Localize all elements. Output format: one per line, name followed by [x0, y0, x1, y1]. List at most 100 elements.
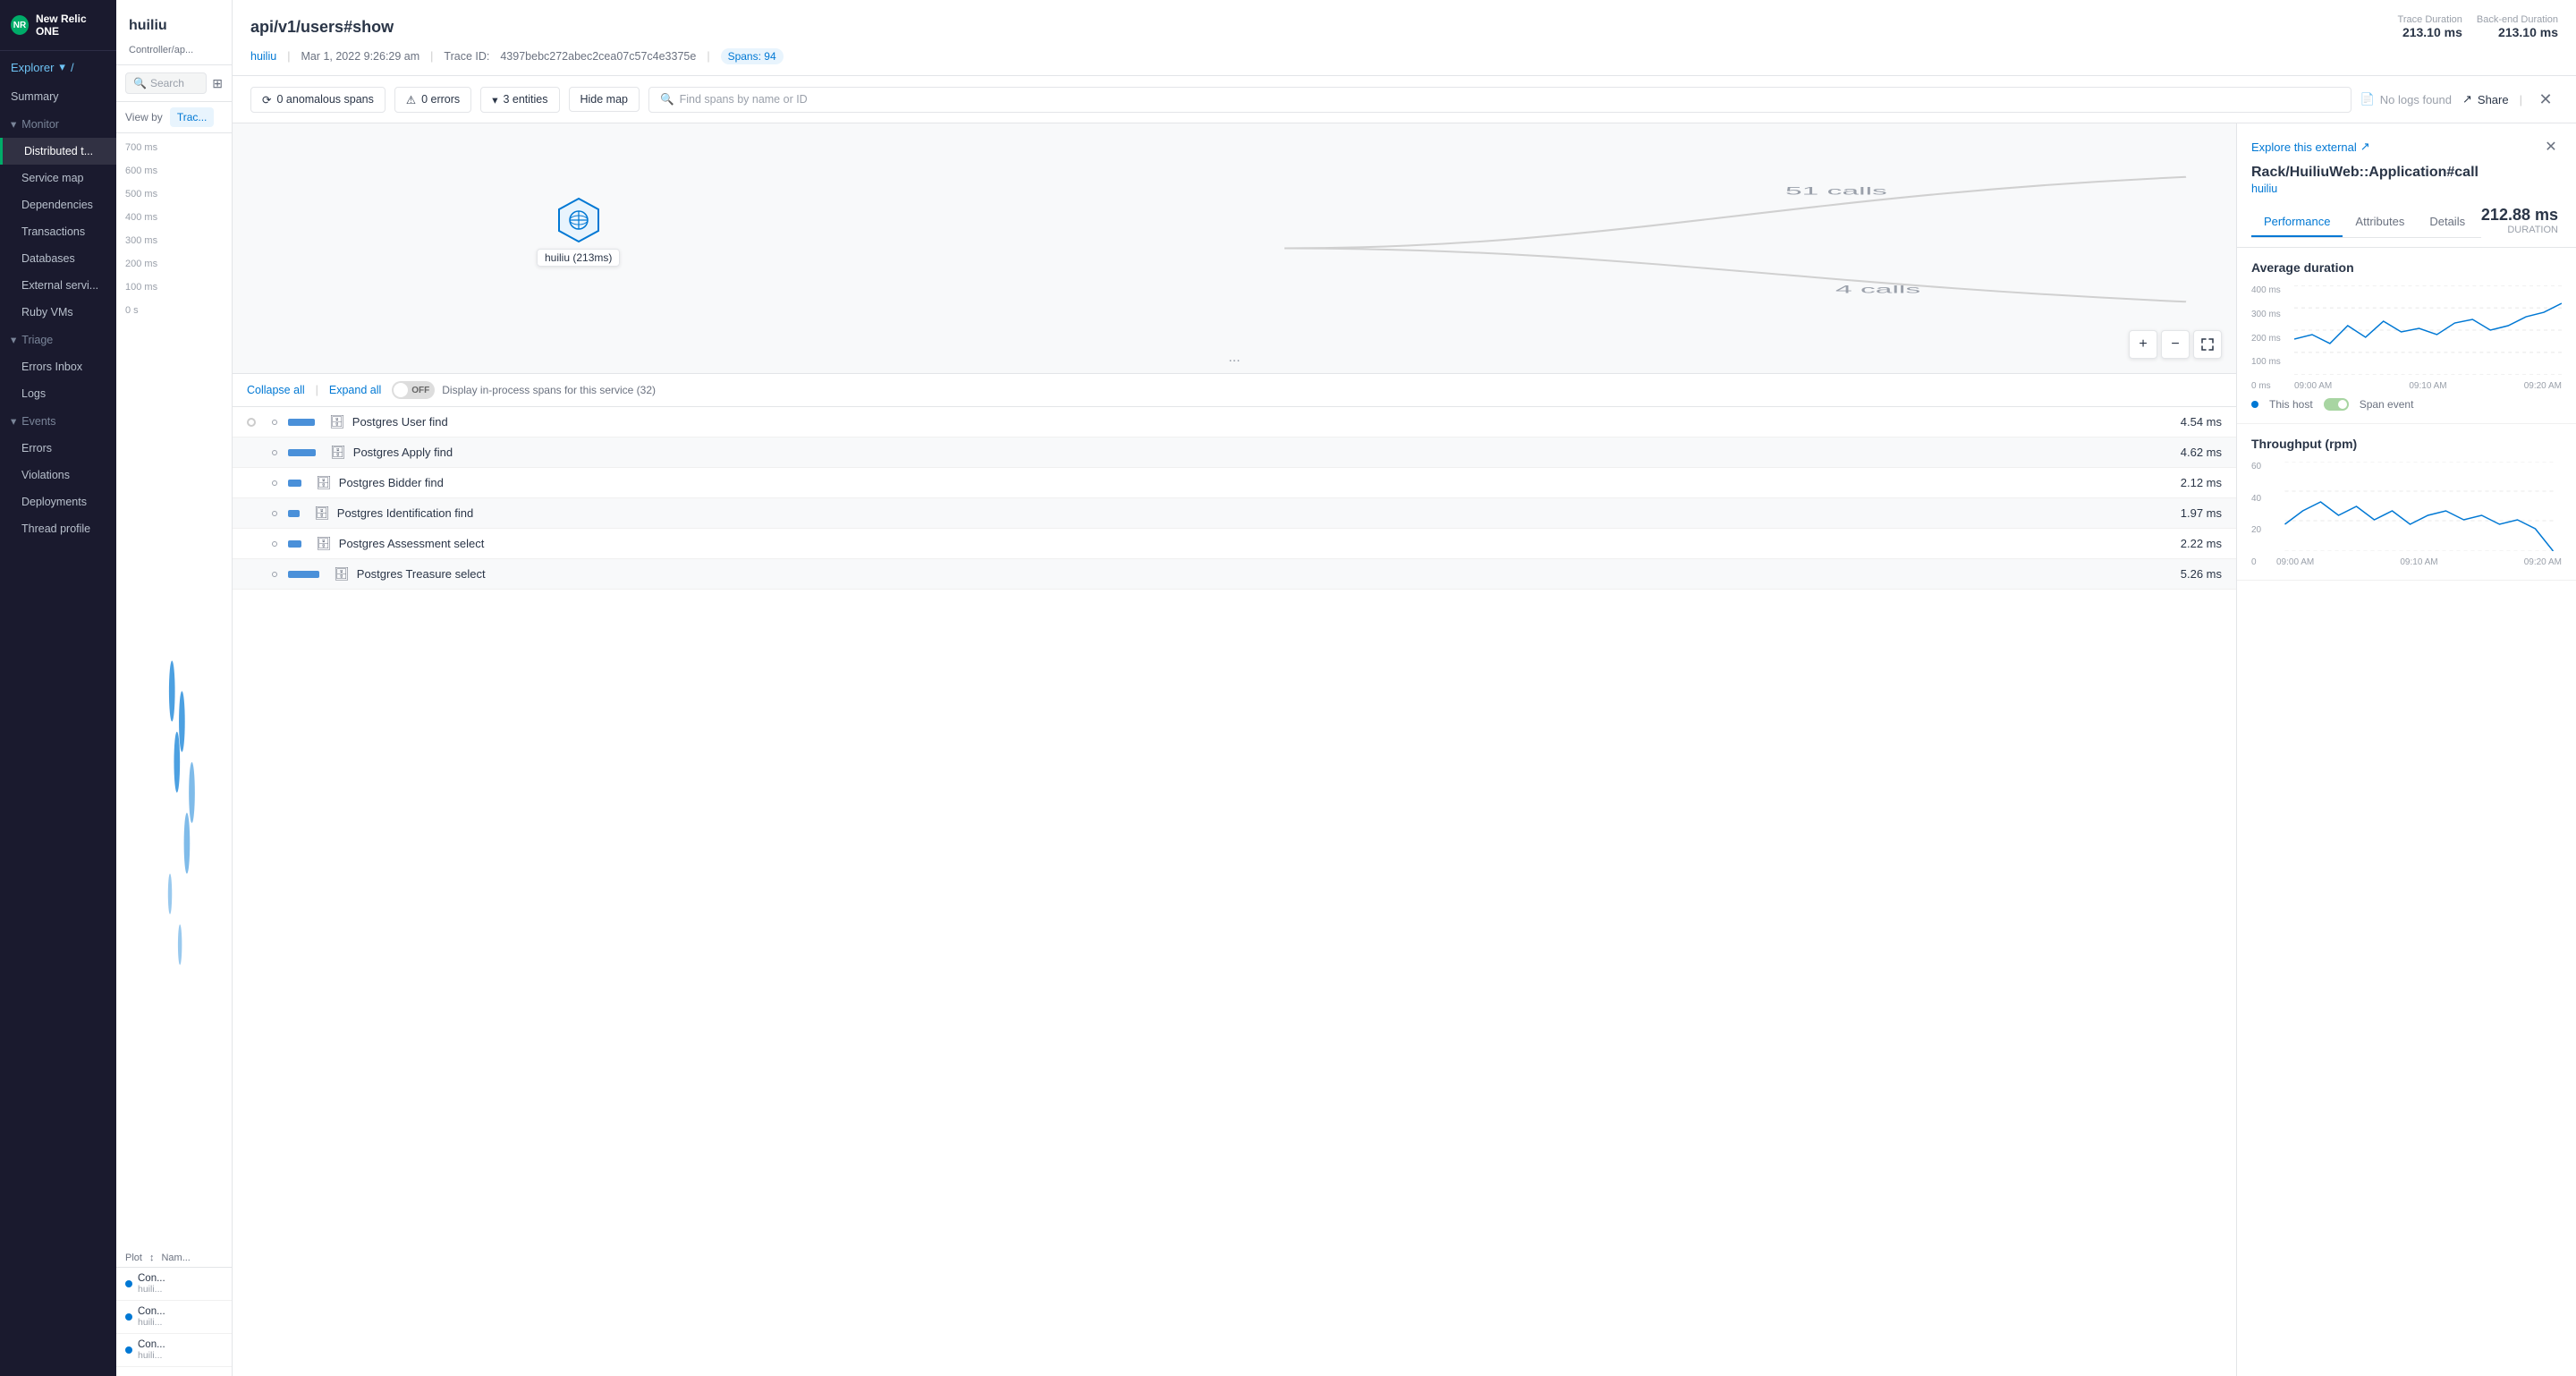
table-row[interactable]: 🗄 Postgres User find 4.54 ms: [233, 407, 2236, 437]
sidebar-item-deployments[interactable]: Deployments: [0, 488, 116, 515]
trace-tab[interactable]: Trac...: [170, 107, 215, 127]
tab-performance[interactable]: Performance: [2251, 208, 2343, 237]
tab-attributes[interactable]: Attributes: [2343, 208, 2417, 237]
sidebar-item-label: Thread profile: [21, 522, 90, 535]
chevron-down-icon: ▾: [492, 93, 497, 106]
sidebar-item-errors[interactable]: Errors: [0, 435, 116, 462]
span-circle: [272, 541, 277, 547]
y-axis-labels: 60 40 20 0: [2251, 462, 2269, 567]
search-spans-input[interactable]: 🔍 Find spans by name or ID: [648, 87, 2351, 113]
anomalous-spans-btn[interactable]: ⟳ 0 anomalous spans: [250, 87, 386, 113]
avg-duration-title: Average duration: [2251, 260, 2562, 275]
trace-duration-label: Trace Duration: [2398, 14, 2462, 25]
sidebar-item-databases[interactable]: Databases: [0, 245, 116, 272]
rp-header: Explore this external ↗ ✕ Rack/HuiliuWeb…: [2237, 123, 2576, 248]
trace-info: Con... huili...: [138, 1273, 165, 1295]
sidebar-item-external-services[interactable]: External servi...: [0, 272, 116, 299]
sidebar-item-label: Logs: [21, 387, 46, 400]
table-row[interactable]: 🗄 Postgres Treasure select 5.26 ms: [233, 559, 2236, 590]
sidebar-item-service-map[interactable]: Service map: [0, 165, 116, 191]
anomalous-icon: ⟳: [262, 93, 271, 106]
left-navigation: NR New Relic ONE Explorer ▾ / Summary ▾ …: [0, 0, 116, 1376]
sidebar-item-transactions[interactable]: Transactions: [0, 218, 116, 245]
plot-header: Plot ↕ Nam...: [116, 1249, 232, 1268]
trace-dot: [125, 1346, 132, 1354]
sidebar-events-group[interactable]: ▾ Events: [0, 407, 116, 435]
sidebar-monitor-group[interactable]: ▾ Monitor: [0, 110, 116, 138]
map-more-indicator[interactable]: ...: [1228, 350, 1240, 366]
close-right-panel-btn[interactable]: ✕: [2540, 136, 2562, 157]
table-row[interactable]: 🗄 Postgres Bidder find 2.12 ms: [233, 468, 2236, 498]
close-modal-btn[interactable]: ✕: [2533, 87, 2558, 112]
table-row[interactable]: 🗄 Postgres Assessment select 2.22 ms: [233, 529, 2236, 559]
share-btn[interactable]: ↗ Share: [2462, 92, 2509, 106]
map-node[interactable]: huiliu (213ms): [537, 195, 620, 267]
search-placeholder: Find spans by name or ID: [680, 93, 808, 106]
sidebar-item-errors-inbox[interactable]: Errors Inbox: [0, 353, 116, 380]
meta-trace-id: 4397bebc272abec2cea07c57c4e3375e: [500, 50, 696, 63]
backend-duration-label: Back-end Duration: [2477, 14, 2558, 25]
sidebar-item-thread-profile[interactable]: Thread profile: [0, 515, 116, 542]
in-process-toggle[interactable]: OFF: [392, 381, 435, 399]
span-bar: [288, 571, 319, 578]
search-placeholder: Search: [150, 77, 184, 89]
trace-list: Con... huili... Con... huili... Con... h…: [116, 1268, 232, 1367]
entities-btn[interactable]: ▾ 3 entities: [480, 87, 559, 113]
rp-service-link[interactable]: huiliu: [2251, 183, 2562, 195]
sort-icon[interactable]: ↕: [149, 1253, 155, 1263]
span-event-label: Span event: [2360, 398, 2414, 411]
sidebar-item-logs[interactable]: Logs: [0, 380, 116, 407]
collapse-all-link[interactable]: Collapse all: [247, 384, 305, 396]
sidebar-item-dependencies[interactable]: Dependencies: [0, 191, 116, 218]
span-name: Postgres Identification find: [337, 506, 2152, 520]
span-name: Postgres Treasure select: [357, 567, 2152, 581]
avg-duration-section: Average duration 400 ms 300 ms 200 ms 10…: [2237, 248, 2576, 424]
toggle-pill: [394, 383, 408, 397]
span-duration: 4.62 ms: [2159, 446, 2222, 459]
spans-table: 🗄 Postgres User find 4.54 ms 🗄 Postgres …: [233, 407, 2236, 1376]
sidebar-item-distributed[interactable]: Distributed t...: [0, 138, 116, 165]
tab-details[interactable]: Details: [2417, 208, 2478, 237]
list-item[interactable]: Con... huili...: [116, 1301, 232, 1334]
events-label: Events: [21, 415, 55, 428]
entities-label: 3 entities: [503, 93, 547, 106]
divider: |: [2520, 93, 2522, 106]
filter-icon[interactable]: ⊞: [212, 76, 223, 91]
modal-toolbar: ⟳ 0 anomalous spans ⚠ 0 errors ▾ 3 entit…: [233, 76, 2576, 123]
span-duration: 5.26 ms: [2159, 567, 2222, 581]
span-indicator: [247, 418, 256, 427]
search-input[interactable]: 🔍 Search: [125, 72, 207, 94]
sidebar-item-label: Transactions: [21, 225, 85, 238]
explorer-nav[interactable]: Explorer ▾ /: [0, 51, 116, 83]
spans-badge[interactable]: Spans: 94: [721, 48, 784, 64]
sidebar-triage-group[interactable]: ▾ Triage: [0, 326, 116, 353]
list-item[interactable]: Con... huili...: [116, 1334, 232, 1367]
errors-btn[interactable]: ⚠ 0 errors: [394, 87, 471, 113]
trace-dot: [125, 1313, 132, 1321]
zoom-out-btn[interactable]: −: [2161, 330, 2190, 359]
view-by-row: View by Trac...: [116, 102, 232, 133]
explore-external-link[interactable]: Explore this external ↗: [2251, 140, 2370, 154]
modal-meta: huiliu | Mar 1, 2022 9:26:29 am | Trace …: [250, 48, 2558, 64]
expand-all-link[interactable]: Expand all: [329, 384, 381, 396]
document-icon: 📄: [2360, 92, 2375, 106]
triage-label: Triage: [21, 334, 53, 346]
span-bar: [288, 449, 316, 456]
span-event-toggle[interactable]: [2324, 398, 2349, 411]
list-item[interactable]: Con... huili...: [116, 1268, 232, 1301]
zoom-in-btn[interactable]: +: [2129, 330, 2157, 359]
sidebar-item-ruby-vms[interactable]: Ruby VMs: [0, 299, 116, 326]
span-bar: [288, 510, 300, 517]
table-row[interactable]: 🗄 Postgres Identification find 1.97 ms: [233, 498, 2236, 529]
zoom-expand-btn[interactable]: [2193, 330, 2222, 359]
plot-label: Plot: [125, 1253, 142, 1263]
meta-service-link[interactable]: huiliu: [250, 50, 276, 63]
x-axis-labels: 09:00 AM 09:10 AM 09:20 AM: [2294, 381, 2562, 391]
hide-map-btn[interactable]: Hide map: [569, 87, 640, 112]
sidebar-item-summary[interactable]: Summary: [0, 83, 116, 110]
table-row[interactable]: 🗄 Postgres Apply find 4.62 ms: [233, 437, 2236, 468]
spans-controls: Collapse all | Expand all OFF Display in…: [233, 374, 2236, 407]
x-axis-labels: 09:00 AM 09:10 AM 09:20 AM: [2276, 557, 2562, 567]
sidebar-item-violations[interactable]: Violations: [0, 462, 116, 488]
chevron-down-icon: ▾: [11, 414, 16, 428]
